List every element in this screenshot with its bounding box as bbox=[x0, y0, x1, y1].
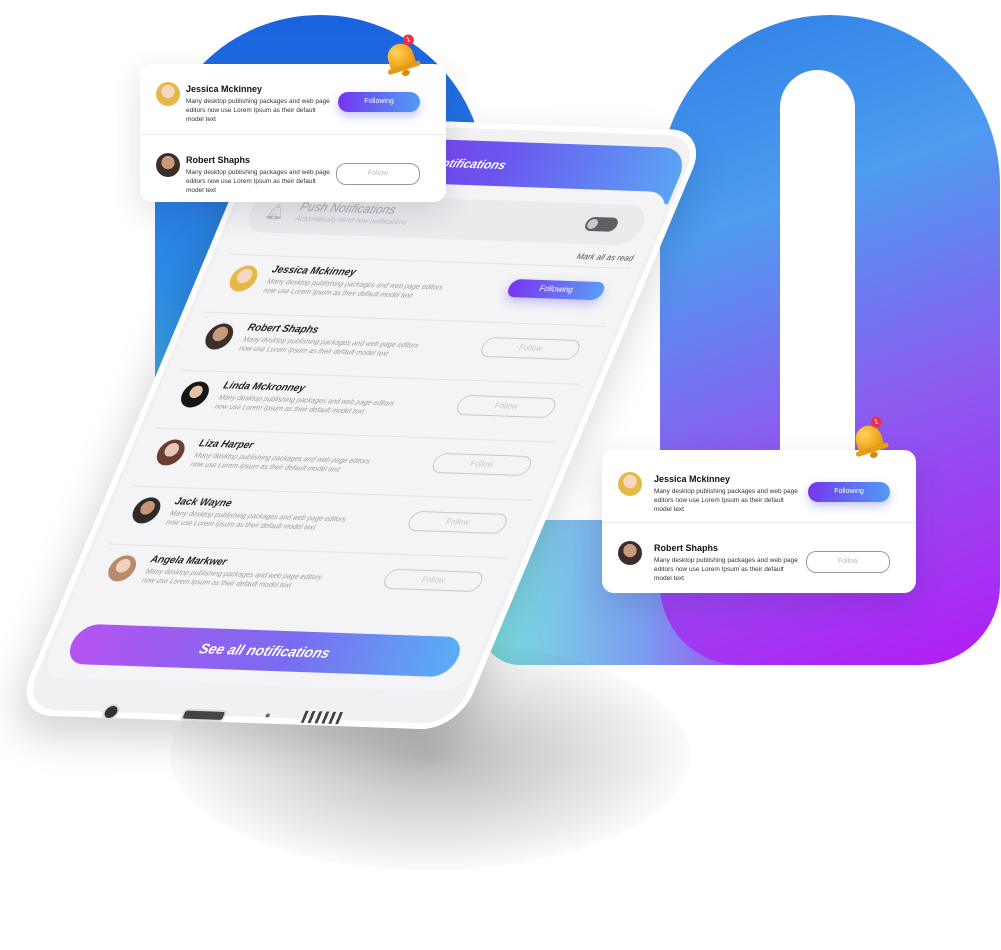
following-button[interactable]: Following bbox=[505, 278, 608, 301]
notification-text: Many desktop publishing packages and web… bbox=[213, 394, 396, 416]
follow-button[interactable]: Follow bbox=[806, 551, 890, 573]
notification-text: Many desktop publishing packages and web… bbox=[654, 488, 798, 513]
avatar bbox=[225, 265, 262, 292]
avatar bbox=[176, 381, 214, 408]
avatar bbox=[201, 323, 238, 350]
user-name: Angela Markwer bbox=[148, 554, 229, 568]
notification-card-right: Jessica Mckinney Many desktop publishing… bbox=[602, 450, 916, 593]
notification-card-left: Jessica Mckinney Many desktop publishing… bbox=[140, 64, 446, 202]
bell-icon-clapper bbox=[869, 450, 879, 459]
user-name: Liza Harper bbox=[197, 438, 256, 452]
avatar bbox=[618, 541, 642, 565]
following-button[interactable]: Following bbox=[338, 92, 420, 112]
user-name: Jack Wayne bbox=[172, 496, 234, 510]
mark-all-read-link[interactable]: Mark all as read bbox=[575, 252, 635, 263]
avatar bbox=[128, 496, 165, 524]
microphone-hole bbox=[264, 713, 271, 718]
notification-text: Many desktop publishing packages and web… bbox=[237, 336, 420, 358]
avatar bbox=[156, 153, 180, 177]
user-name: Jessica Mckinney bbox=[269, 264, 358, 279]
notification-text: Many desktop publishing packages and web… bbox=[654, 557, 798, 582]
user-name: Robert Shaphs bbox=[186, 155, 251, 165]
speaker-grill bbox=[300, 710, 344, 725]
notification-text: Many desktop publishing packages and web… bbox=[140, 568, 323, 590]
user-name: Robert Shaphs bbox=[245, 322, 321, 336]
notification-text: Many desktop publishing packages and web… bbox=[261, 278, 444, 300]
follow-button[interactable]: Follow bbox=[405, 510, 511, 535]
follow-button[interactable]: Follow bbox=[477, 336, 583, 361]
user-name: Jessica Mckinney bbox=[654, 474, 731, 484]
following-button[interactable]: Following bbox=[808, 482, 890, 502]
notification-text: Many desktop publishing packages and web… bbox=[189, 452, 372, 474]
avatar bbox=[152, 438, 189, 466]
usb-port bbox=[179, 708, 228, 723]
list-item: Robert Shaphs Many desktop publishing pa… bbox=[140, 134, 446, 203]
bell-icon: 🔔︎ bbox=[262, 203, 289, 222]
notification-text: Many desktop publishing packages and web… bbox=[186, 98, 330, 123]
push-notifications-toggle[interactable] bbox=[582, 216, 621, 232]
follow-button[interactable]: Follow bbox=[380, 568, 486, 593]
follow-button[interactable]: Follow bbox=[453, 394, 559, 419]
list-item: Jessica Mckinney Many desktop publishing… bbox=[602, 454, 916, 522]
bell-icon-clapper bbox=[401, 68, 411, 77]
user-name: Linda Mckronney bbox=[221, 380, 308, 395]
notification-text: Many desktop publishing packages and web… bbox=[164, 510, 347, 532]
phone-ports bbox=[13, 697, 465, 733]
avatar bbox=[156, 82, 180, 106]
user-name: Jessica Mckinney bbox=[186, 84, 263, 94]
follow-button[interactable]: Follow bbox=[429, 452, 535, 477]
notification-text: Many desktop publishing packages and web… bbox=[186, 169, 330, 194]
user-name: Robert Shaphs bbox=[654, 543, 719, 553]
list-item: Robert Shaphs Many desktop publishing pa… bbox=[602, 522, 916, 591]
headphone-jack bbox=[99, 703, 123, 721]
avatar bbox=[103, 554, 141, 582]
avatar bbox=[618, 472, 642, 496]
follow-button[interactable]: Follow bbox=[336, 163, 420, 185]
push-notifications-subtitle: Automatically send new notifications bbox=[294, 215, 408, 227]
